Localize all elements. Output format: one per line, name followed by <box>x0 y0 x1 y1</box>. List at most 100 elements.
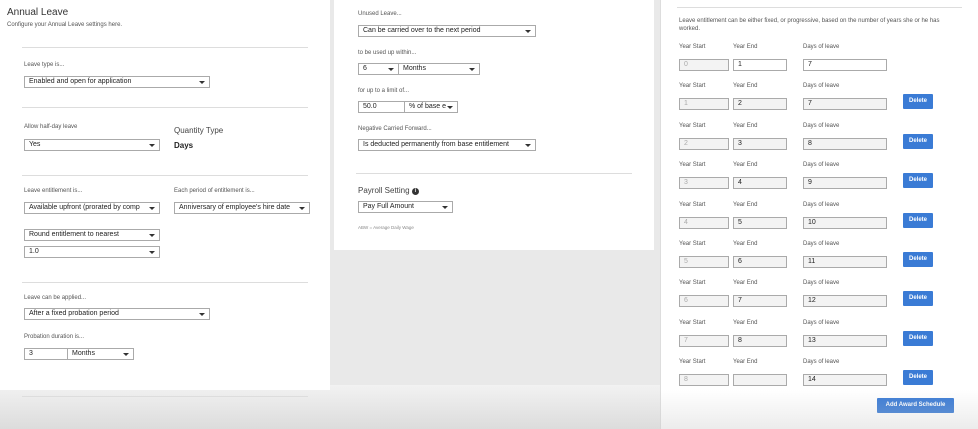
year-end-input[interactable]: 2 <box>733 98 787 110</box>
year-end-input[interactable]: 7 <box>733 295 787 307</box>
delete-button[interactable]: Delete <box>903 213 933 228</box>
divider <box>356 173 632 174</box>
year-end-input[interactable]: 6 <box>733 256 787 268</box>
chevron-down-icon <box>199 313 205 316</box>
round-value: Round entitlement to nearest <box>29 231 119 238</box>
delete-button[interactable]: Delete <box>903 134 933 149</box>
chevron-down-icon <box>525 30 531 33</box>
days-header: Days of leave <box>803 83 840 89</box>
delete-button[interactable]: Delete <box>903 94 933 109</box>
days-header: Days of leave <box>803 202 840 208</box>
year-start-input: 0 <box>679 59 729 71</box>
year-end-input[interactable]: 1 <box>733 59 787 71</box>
year-start-header: Year Start <box>679 241 706 247</box>
leave-type-label: Leave type is... <box>24 62 65 68</box>
chevron-down-icon <box>149 234 155 237</box>
days-of-leave-input[interactable]: 11 <box>803 256 887 268</box>
chevron-down-icon <box>149 207 155 210</box>
divider <box>22 396 308 397</box>
limit-unit-select[interactable]: % of base е <box>404 101 458 113</box>
divider <box>22 282 308 283</box>
year-start-header: Year Start <box>679 162 706 168</box>
limit-label: for up to a limit of... <box>358 88 410 94</box>
payroll-note: ABW = Average Daily Wage <box>358 225 414 230</box>
chevron-down-icon <box>199 81 205 84</box>
used-within-unit-select[interactable]: Months <box>398 63 480 75</box>
year-start-input: 2 <box>679 138 729 150</box>
applied-select[interactable]: After a fixed probation period <box>24 308 210 320</box>
year-start-input: 8 <box>679 374 729 386</box>
round-select[interactable]: Round entitlement to nearest <box>24 229 160 241</box>
days-of-leave-input[interactable]: 7 <box>803 59 887 71</box>
negative-value: Is deducted permanently from base entitl… <box>363 141 509 148</box>
chevron-down-icon <box>149 251 155 254</box>
divider <box>22 107 308 108</box>
days-header: Days of leave <box>803 241 840 247</box>
days-header: Days of leave <box>803 359 840 365</box>
year-end-input[interactable]: 8 <box>733 335 787 347</box>
limit-input[interactable]: 50.0 <box>358 101 405 113</box>
divider <box>677 7 962 8</box>
days-of-leave-input[interactable]: 14 <box>803 374 887 386</box>
year-start-header: Year Start <box>679 83 706 89</box>
year-start-input: 3 <box>679 177 729 189</box>
year-start-header: Year Start <box>679 320 706 326</box>
period-label: Each period of entitlement is... <box>174 188 255 194</box>
chevron-down-icon <box>149 144 155 147</box>
delete-button[interactable]: Delete <box>903 331 933 346</box>
days-header: Days of leave <box>803 123 840 129</box>
leave-type-select[interactable]: Enabled and open for application <box>24 76 210 88</box>
round-amount-value: 1.0 <box>29 248 39 255</box>
annual-leave-panel: Annual Leave Configure your Annual Leave… <box>0 0 330 397</box>
chevron-down-icon <box>299 207 305 210</box>
leave-type-value: Enabled and open for application <box>29 78 132 85</box>
payroll-select[interactable]: Pay Full Amount <box>358 201 453 213</box>
days-of-leave-input[interactable]: 13 <box>803 335 887 347</box>
year-start-header: Year Start <box>679 359 706 365</box>
award-schedule-panel: Leave entitlement can be either fixed, o… <box>660 0 978 429</box>
negative-label: Negative Carried Forward... <box>358 126 432 132</box>
add-award-schedule-button[interactable]: Add Award Schedule <box>877 398 954 413</box>
unused-select[interactable]: Can be carried over to the next period <box>358 25 536 37</box>
entitlement-select[interactable]: Available upfront (prorated by comp <box>24 202 160 214</box>
chevron-down-icon <box>123 353 129 356</box>
chevron-down-icon <box>442 206 448 209</box>
delete-button[interactable]: Delete <box>903 291 933 306</box>
year-end-input[interactable]: 4 <box>733 177 787 189</box>
delete-button[interactable]: Delete <box>903 173 933 188</box>
quantity-type-value: Days <box>174 141 194 150</box>
year-start-header: Year Start <box>679 44 706 50</box>
half-day-select[interactable]: Yes <box>24 139 160 151</box>
year-end-input[interactable] <box>733 374 787 386</box>
chevron-down-icon <box>525 144 531 147</box>
info-icon[interactable]: i <box>411 188 419 195</box>
delete-button[interactable]: Delete <box>903 370 933 385</box>
schedule-description: Leave entitlement can be either fixed, o… <box>679 18 940 32</box>
days-header: Days of leave <box>803 320 840 326</box>
payroll-label: Payroll Setting <box>358 186 410 195</box>
days-of-leave-input[interactable]: 9 <box>803 177 887 189</box>
period-select[interactable]: Anniversary of employee's hire datе <box>174 202 310 214</box>
probation-number-input[interactable]: 3 <box>24 348 68 360</box>
round-amount-select[interactable]: 1.0 <box>24 246 160 258</box>
year-end-header: Year End <box>733 202 758 208</box>
payroll-value: Pay Full Amount <box>363 203 414 210</box>
entitlement-value: Available upfront (prorated by comp <box>29 204 140 211</box>
days-header: Days of leave <box>803 162 840 168</box>
days-of-leave-input[interactable]: 7 <box>803 98 887 110</box>
days-of-leave-input[interactable]: 8 <box>803 138 887 150</box>
year-end-header: Year End <box>733 280 758 286</box>
negative-select[interactable]: Is deducted permanently from base entitl… <box>358 139 536 151</box>
year-end-input[interactable]: 5 <box>733 217 787 229</box>
chevron-down-icon <box>469 68 475 71</box>
year-start-header: Year Start <box>679 123 706 129</box>
days-of-leave-input[interactable]: 12 <box>803 295 887 307</box>
year-end-input[interactable]: 3 <box>733 138 787 150</box>
year-start-input: 5 <box>679 256 729 268</box>
delete-button[interactable]: Delete <box>903 252 933 267</box>
used-within-number-select[interactable]: 6 <box>358 63 399 75</box>
probation-unit-select[interactable]: Months <box>67 348 134 360</box>
applied-value: After a fixed probation period <box>29 310 119 317</box>
days-of-leave-input[interactable]: 10 <box>803 217 887 229</box>
days-header: Days of leave <box>803 280 840 286</box>
